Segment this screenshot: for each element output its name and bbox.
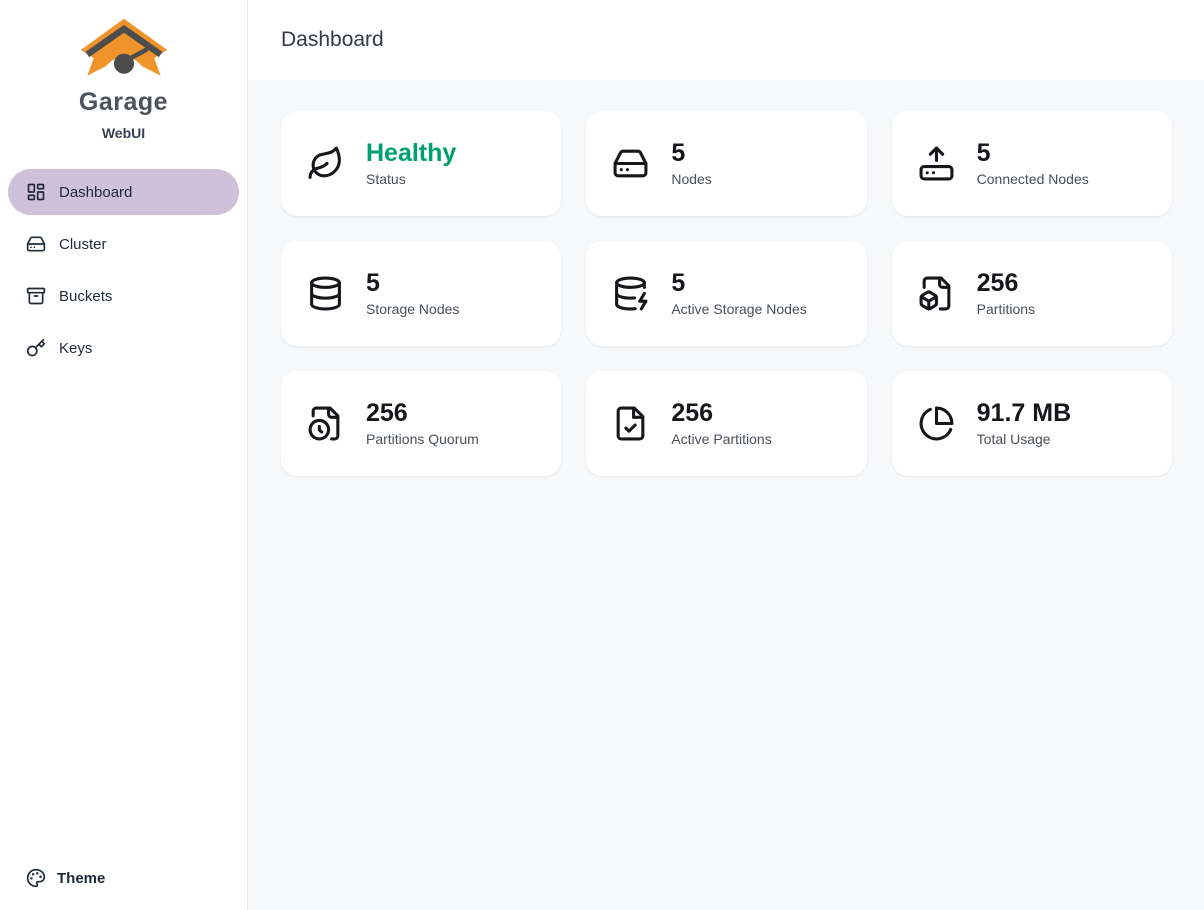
stat-value: 256 [366,400,479,426]
stat-label: Partitions [977,301,1035,317]
leaf-icon [307,145,344,182]
stat-text: 5 Active Storage Nodes [671,270,806,316]
content: Healthy Status 5 Nodes [248,80,1204,910]
stat-label: Status [366,171,456,187]
stat-text: 256 Active Partitions [671,400,771,446]
hard-drive-upload-icon [918,145,955,182]
stat-text: 256 Partitions [977,270,1035,316]
stat-label: Total Usage [977,431,1071,447]
garage-logo-icon [78,16,170,82]
hard-drive-icon [26,234,46,254]
stat-card-active-partitions: 256 Active Partitions [586,371,866,476]
logo-subtitle: WebUI [8,125,239,141]
stat-card-status: Healthy Status [281,111,561,216]
database-icon [307,275,344,312]
stat-label: Nodes [671,171,711,187]
stat-value: 91.7 MB [977,400,1071,426]
logo-title: Garage [8,88,239,117]
stat-label: Active Partitions [671,431,771,447]
logo: Garage WebUI [8,14,239,141]
theme-button-label: Theme [57,870,105,887]
stat-label: Partitions Quorum [366,431,479,447]
sidebar-item-dashboard[interactable]: Dashboard [8,169,239,215]
stat-card-connected-nodes: 5 Connected Nodes [892,111,1172,216]
stat-card-partitions: 256 Partitions [892,241,1172,346]
stat-value: 5 [671,270,806,296]
stat-value: 5 [977,140,1089,166]
stat-text: 5 Storage Nodes [366,270,459,316]
sidebar-item-keys[interactable]: Keys [8,325,239,371]
database-zap-icon [612,275,649,312]
stat-card-active-storage-nodes: 5 Active Storage Nodes [586,241,866,346]
sidebar-item-cluster[interactable]: Cluster [8,221,239,267]
stat-card-total-usage: 91.7 MB Total Usage [892,371,1172,476]
topbar: Dashboard [248,0,1204,80]
stat-card-partitions-quorum: 256 Partitions Quorum [281,371,561,476]
stat-value: 5 [671,140,711,166]
file-clock-icon [307,405,344,442]
stat-text: 5 Nodes [671,140,711,186]
sidebar-item-label: Keys [59,340,92,357]
key-icon [26,338,46,358]
sidebar-menu: Dashboard Cluster Buckets Keys [8,169,239,862]
stat-text: Healthy Status [366,140,456,186]
stat-value: 5 [366,270,459,296]
stat-label: Storage Nodes [366,301,459,317]
palette-icon [26,868,46,888]
theme-button[interactable]: Theme [8,862,239,892]
archive-icon [26,286,46,306]
sidebar-item-label: Cluster [59,236,107,253]
stat-value: Healthy [366,140,456,166]
stat-card-storage-nodes: 5 Storage Nodes [281,241,561,346]
file-check-icon [612,405,649,442]
stat-text: 5 Connected Nodes [977,140,1089,186]
stats-grid: Healthy Status 5 Nodes [281,111,1172,476]
stat-card-nodes: 5 Nodes [586,111,866,216]
hard-drive-icon [612,145,649,182]
sidebar-item-buckets[interactable]: Buckets [8,273,239,319]
stat-text: 91.7 MB Total Usage [977,400,1071,446]
sidebar: Garage WebUI Dashboard Cluster Buckets [0,0,248,910]
stat-label: Active Storage Nodes [671,301,806,317]
sidebar-item-label: Dashboard [59,184,132,201]
stat-text: 256 Partitions Quorum [366,400,479,446]
page-title: Dashboard [281,28,384,52]
file-box-icon [918,275,955,312]
sidebar-item-label: Buckets [59,288,112,305]
stat-label: Connected Nodes [977,171,1089,187]
stat-value: 256 [977,270,1035,296]
layout-dashboard-icon [26,182,46,202]
main-area: Dashboard Healthy Status [248,0,1204,910]
pie-chart-icon [918,405,955,442]
stat-value: 256 [671,400,771,426]
